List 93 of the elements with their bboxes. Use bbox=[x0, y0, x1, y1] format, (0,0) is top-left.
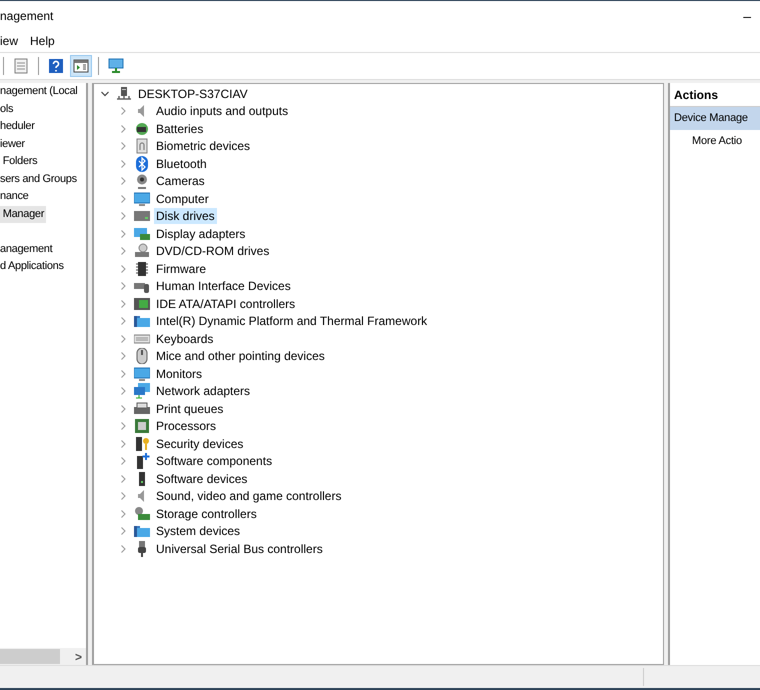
tree-item[interactable]: Keyboards bbox=[154, 330, 216, 347]
tree-item[interactable]: Audio inputs and outputs bbox=[154, 103, 290, 120]
tree-item[interactable]: Universal Serial Bus controllers bbox=[154, 540, 325, 557]
key-device-icon bbox=[134, 436, 150, 452]
tree-item[interactable]: Intel(R) Dynamic Platform and Thermal Framework bbox=[154, 313, 430, 330]
monitor-icon bbox=[134, 366, 150, 382]
expand-chevron-icon[interactable] bbox=[118, 438, 128, 449]
controller-card-icon bbox=[134, 296, 150, 312]
bluetooth-icon bbox=[134, 156, 150, 172]
tree-item[interactable]: Monitors bbox=[154, 366, 204, 382]
tree-item[interactable]: Batteries bbox=[154, 120, 206, 137]
expand-chevron-icon[interactable] bbox=[118, 228, 128, 239]
tree-item[interactable]: Biometric devices bbox=[154, 138, 252, 154]
expand-chevron-icon[interactable] bbox=[118, 158, 128, 169]
printer-icon bbox=[134, 400, 150, 417]
expand-chevron-icon[interactable] bbox=[118, 298, 128, 309]
expand-chevron-icon[interactable] bbox=[118, 211, 128, 222]
expand-chevron-icon[interactable] bbox=[118, 421, 128, 432]
sidebar-item[interactable]: sers and Groups bbox=[0, 170, 77, 188]
network-icon bbox=[134, 383, 150, 400]
tree-item[interactable]: Software devices bbox=[154, 470, 250, 487]
sidebar-item[interactable]: nagement (Local bbox=[0, 83, 78, 100]
action-item[interactable]: More Actio bbox=[670, 130, 760, 153]
expand-chevron-icon[interactable] bbox=[118, 351, 128, 362]
expand-chevron-icon[interactable] bbox=[118, 404, 128, 414]
expand-chevron-icon[interactable] bbox=[118, 264, 128, 274]
minimize-button[interactable]: – bbox=[735, 8, 759, 24]
action-item[interactable]: Device Manage bbox=[670, 107, 760, 130]
expand-chevron-icon[interactable] bbox=[118, 176, 128, 186]
mouse-icon bbox=[134, 348, 150, 364]
tree-item[interactable]: Firmware bbox=[154, 260, 208, 277]
tree-item[interactable]: IDE ATA/ATAPI controllers bbox=[154, 296, 298, 312]
tree-item[interactable]: Cameras bbox=[154, 173, 207, 190]
monitor-icon bbox=[134, 190, 150, 207]
scrollbar-thumb[interactable] bbox=[0, 649, 60, 664]
expand-chevron-icon[interactable] bbox=[118, 544, 128, 554]
computer-icon bbox=[116, 86, 132, 102]
tree-item[interactable]: Mice and other pointing devices bbox=[154, 348, 327, 364]
display-adapter-icon bbox=[134, 226, 150, 242]
expand-chevron-icon[interactable] bbox=[118, 508, 128, 519]
expand-chevron-icon[interactable] bbox=[118, 386, 128, 396]
menu-item[interactable]: iew bbox=[0, 34, 26, 48]
battery-icon bbox=[134, 120, 150, 137]
processor-icon bbox=[134, 418, 150, 434]
webcam-icon bbox=[134, 173, 150, 190]
expand-chevron-icon[interactable] bbox=[118, 106, 128, 116]
sidebar-item[interactable]: ols bbox=[0, 100, 14, 118]
tree-item[interactable]: DESKTOP-S37CIAV bbox=[136, 86, 250, 102]
sidebar-item[interactable]: Folders bbox=[0, 153, 38, 170]
tree-item[interactable]: Security devices bbox=[154, 436, 246, 452]
menu-item[interactable]: Help bbox=[30, 34, 62, 48]
expand-chevron-icon[interactable] bbox=[118, 141, 128, 152]
sidebar-item[interactable]: anagement bbox=[0, 240, 52, 258]
disc-drive-icon bbox=[134, 243, 150, 260]
tree-item[interactable]: Sound, video and game controllers bbox=[154, 488, 344, 504]
tree-item[interactable]: System devices bbox=[154, 523, 242, 540]
sidebar-item[interactable]: nance bbox=[0, 188, 28, 206]
expand-chevron-icon[interactable] bbox=[118, 474, 128, 484]
chip-icon bbox=[134, 260, 150, 277]
tree-item[interactable]: Network adapters bbox=[154, 383, 252, 400]
tree-item[interactable]: Processors bbox=[154, 418, 218, 434]
tree-item[interactable]: Print queues bbox=[154, 400, 226, 417]
folder-icon bbox=[134, 313, 150, 330]
tree-item[interactable]: Software components bbox=[154, 453, 274, 470]
tree-item[interactable]: DVD/CD-ROM drives bbox=[154, 243, 272, 260]
expand-chevron-icon[interactable] bbox=[118, 526, 128, 536]
expand-chevron-icon[interactable] bbox=[118, 334, 128, 344]
scroll-right-button[interactable]: > bbox=[70, 650, 86, 664]
tree-item[interactable]: Human Interface Devices bbox=[154, 278, 293, 294]
tree-item[interactable]: Storage controllers bbox=[154, 506, 259, 522]
expand-chevron-icon[interactable] bbox=[118, 246, 128, 256]
expand-chevron-icon[interactable] bbox=[118, 316, 128, 326]
expand-chevron-icon[interactable] bbox=[118, 368, 128, 379]
tree-item[interactable]: Disk drives bbox=[154, 208, 217, 224]
tree-item[interactable]: Display adapters bbox=[154, 226, 248, 242]
tree-item[interactable]: Computer bbox=[154, 190, 211, 207]
tree-item[interactable]: Bluetooth bbox=[154, 156, 209, 172]
expand-chevron-icon[interactable] bbox=[118, 281, 128, 292]
sidebar-item[interactable]: d Applications bbox=[0, 258, 64, 276]
folder-icon bbox=[134, 523, 150, 540]
expand-chevron-icon[interactable] bbox=[118, 491, 128, 502]
sidebar-item[interactable]: Manager bbox=[0, 206, 46, 223]
sidebar-item[interactable]: iewer bbox=[0, 136, 25, 153]
expand-chevron-icon[interactable] bbox=[118, 194, 128, 204]
storage-controller-icon bbox=[134, 506, 150, 522]
expand-chevron-icon[interactable] bbox=[118, 456, 128, 466]
fingerprint-icon bbox=[134, 138, 150, 154]
sidebar-item[interactable]: heduler bbox=[0, 118, 35, 136]
collapse-chevron-icon[interactable] bbox=[100, 88, 110, 99]
expand-chevron-icon[interactable] bbox=[118, 124, 128, 134]
console-icon[interactable] bbox=[70, 55, 92, 77]
window-title: nagement bbox=[0, 8, 54, 22]
component-icon bbox=[134, 453, 150, 470]
